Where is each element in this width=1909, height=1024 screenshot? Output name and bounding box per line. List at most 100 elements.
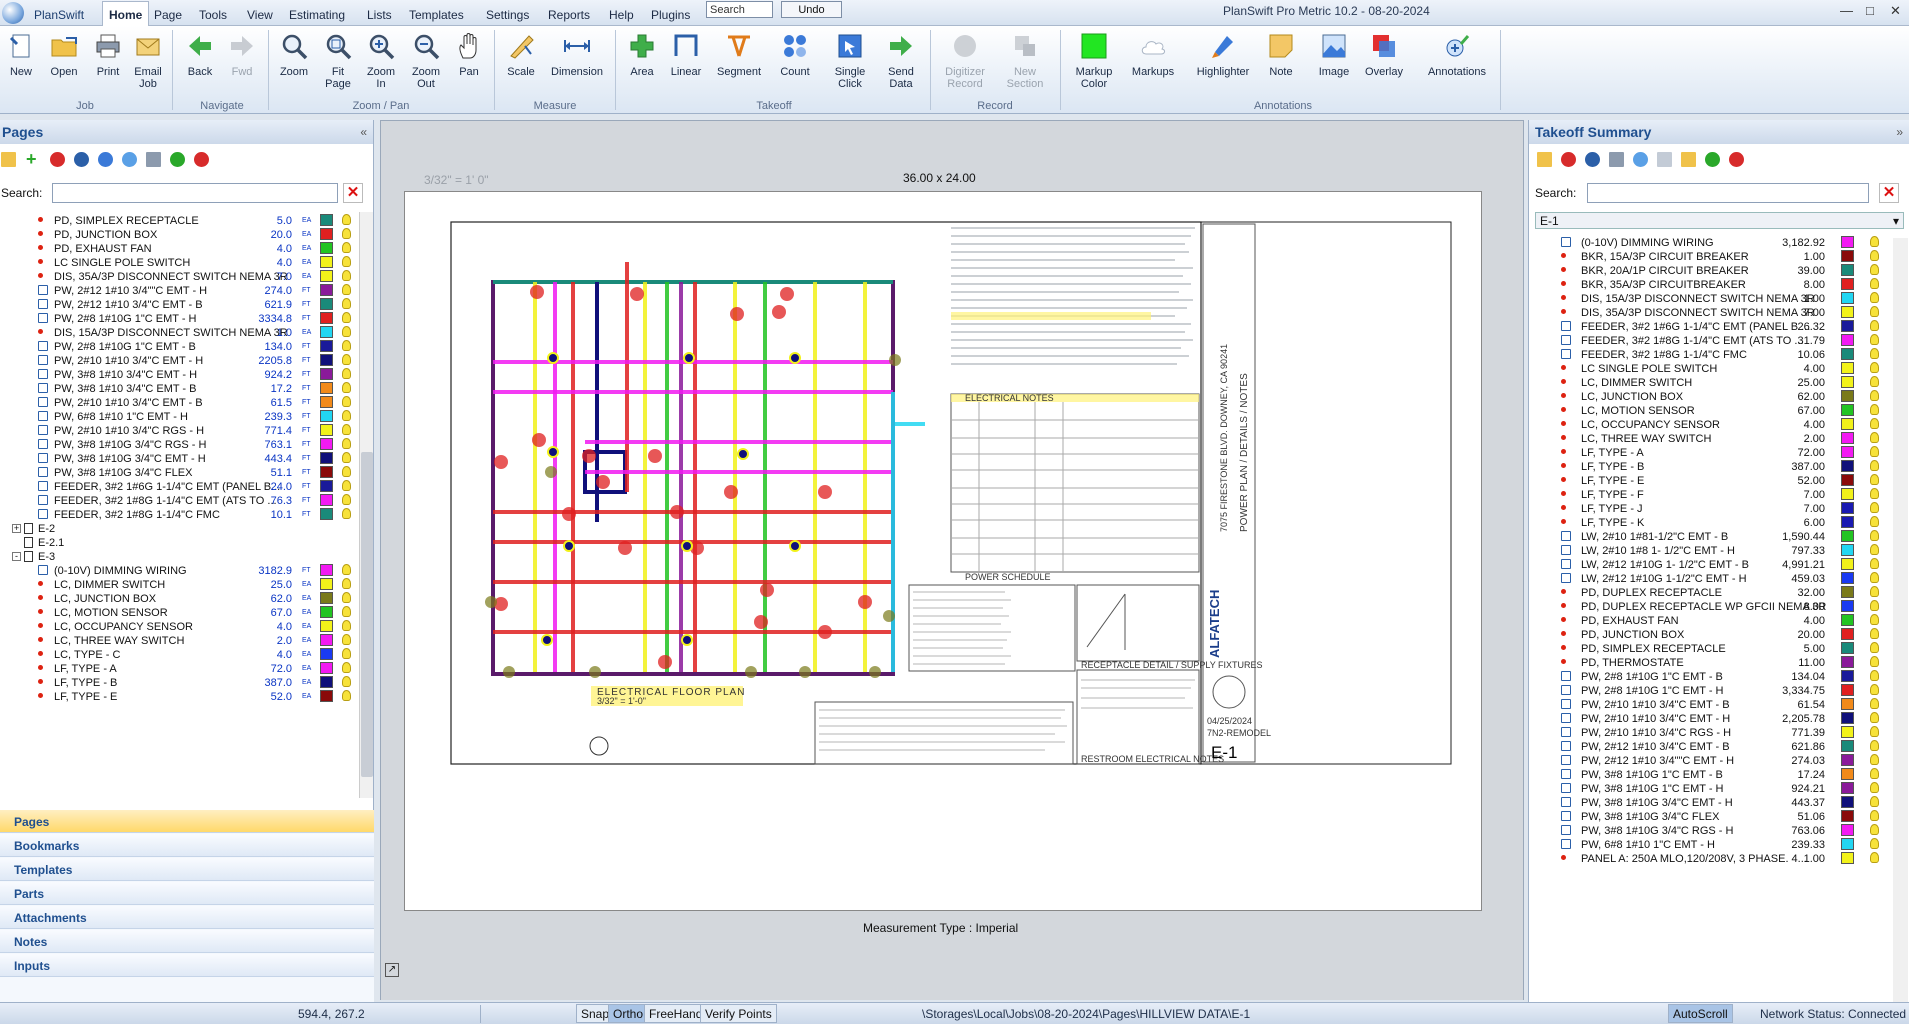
new-button[interactable]: New bbox=[4, 32, 38, 78]
remove-circle-icon[interactable] bbox=[1729, 152, 1744, 167]
visibility-bulb-icon[interactable] bbox=[342, 494, 351, 505]
color-swatch[interactable] bbox=[1841, 446, 1854, 458]
visibility-bulb-icon[interactable] bbox=[342, 326, 351, 337]
color-swatch[interactable] bbox=[320, 634, 333, 646]
visibility-bulb-icon[interactable] bbox=[342, 634, 351, 645]
visibility-bulb-icon[interactable] bbox=[1870, 250, 1879, 261]
fit-page-button[interactable]: Fit Page bbox=[320, 32, 356, 90]
color-swatch[interactable] bbox=[320, 270, 333, 282]
single-click-button[interactable]: Single Click bbox=[832, 32, 868, 90]
visibility-bulb-icon[interactable] bbox=[1870, 628, 1879, 639]
visibility-bulb-icon[interactable] bbox=[342, 410, 351, 421]
visibility-bulb-icon[interactable] bbox=[1870, 670, 1879, 681]
visibility-bulb-icon[interactable] bbox=[1870, 236, 1879, 247]
color-swatch[interactable] bbox=[1841, 390, 1854, 402]
table-icon[interactable] bbox=[1657, 152, 1672, 167]
nav-tab-parts[interactable]: Parts bbox=[0, 882, 374, 905]
collapse-summary-icon[interactable]: » bbox=[1896, 125, 1903, 139]
menu-help[interactable]: Help bbox=[609, 8, 634, 22]
visibility-bulb-icon[interactable] bbox=[1870, 432, 1879, 443]
visibility-bulb-icon[interactable] bbox=[342, 284, 351, 295]
color-swatch[interactable] bbox=[1841, 502, 1854, 514]
forward-button[interactable]: Fwd bbox=[224, 32, 260, 78]
color-swatch[interactable] bbox=[320, 494, 333, 506]
visibility-bulb-icon[interactable] bbox=[1870, 376, 1879, 387]
color-swatch[interactable] bbox=[320, 452, 333, 464]
visibility-bulb-icon[interactable] bbox=[342, 214, 351, 225]
visibility-bulb-icon[interactable] bbox=[342, 452, 351, 463]
color-swatch[interactable] bbox=[320, 326, 333, 338]
color-swatch[interactable] bbox=[320, 648, 333, 660]
color-swatch[interactable] bbox=[1841, 432, 1854, 444]
color-swatch[interactable] bbox=[1841, 334, 1854, 346]
linear-button[interactable]: Linear bbox=[668, 32, 704, 78]
visibility-bulb-icon[interactable] bbox=[1870, 418, 1879, 429]
undo-button[interactable]: Undo bbox=[781, 1, 842, 18]
visibility-bulb-icon[interactable] bbox=[1870, 768, 1879, 779]
color-swatch[interactable] bbox=[1841, 726, 1854, 738]
zoom-button[interactable]: Zoom bbox=[276, 32, 312, 78]
ortho-toggle[interactable]: Ortho bbox=[608, 1004, 649, 1023]
folder-icon[interactable] bbox=[1, 152, 16, 167]
visibility-bulb-icon[interactable] bbox=[342, 396, 351, 407]
color-swatch[interactable] bbox=[1841, 488, 1854, 500]
color-swatch[interactable] bbox=[320, 298, 333, 310]
visibility-bulb-icon[interactable] bbox=[1870, 824, 1879, 835]
refresh-icon[interactable] bbox=[1633, 152, 1648, 167]
visibility-bulb-icon[interactable] bbox=[342, 424, 351, 435]
color-swatch[interactable] bbox=[320, 662, 333, 674]
export-icon[interactable] bbox=[1681, 152, 1696, 167]
dimension-button[interactable]: Dimension bbox=[547, 32, 607, 78]
visibility-bulb-icon[interactable] bbox=[1870, 558, 1879, 569]
color-swatch[interactable] bbox=[1841, 656, 1854, 668]
autoscroll-toggle[interactable]: AutoScroll bbox=[1668, 1004, 1733, 1023]
color-swatch[interactable] bbox=[320, 480, 333, 492]
print-button[interactable]: Print bbox=[90, 32, 126, 78]
visibility-bulb-icon[interactable] bbox=[342, 592, 351, 603]
overlay-button[interactable]: Overlay bbox=[1362, 32, 1406, 78]
color-swatch[interactable] bbox=[1841, 684, 1854, 696]
highlighter-button[interactable]: Highlighter bbox=[1188, 32, 1258, 78]
color-swatch[interactable] bbox=[320, 410, 333, 422]
visibility-bulb-icon[interactable] bbox=[342, 578, 351, 589]
visibility-bulb-icon[interactable] bbox=[342, 256, 351, 267]
open-button[interactable]: Open bbox=[44, 32, 84, 78]
digitizer-record-button[interactable]: Digitizer Record bbox=[940, 32, 990, 90]
pages-search-input[interactable] bbox=[52, 183, 338, 203]
visibility-bulb-icon[interactable] bbox=[1870, 684, 1879, 695]
visibility-bulb-icon[interactable] bbox=[1870, 740, 1879, 751]
refresh-icon[interactable] bbox=[122, 152, 137, 167]
color-swatch[interactable] bbox=[1841, 236, 1854, 248]
minimize-icon[interactable]: — bbox=[1840, 3, 1853, 18]
color-swatch[interactable] bbox=[320, 396, 333, 408]
color-swatch[interactable] bbox=[1841, 796, 1854, 808]
maximize-icon[interactable]: □ bbox=[1866, 3, 1874, 18]
menu-tools[interactable]: Tools bbox=[199, 8, 227, 22]
settings-gear-icon[interactable] bbox=[74, 152, 89, 167]
visibility-bulb-icon[interactable] bbox=[1870, 796, 1879, 807]
visibility-bulb-icon[interactable] bbox=[342, 382, 351, 393]
visibility-bulb-icon[interactable] bbox=[1870, 348, 1879, 359]
color-swatch[interactable] bbox=[1841, 348, 1854, 360]
color-swatch[interactable] bbox=[1841, 544, 1854, 556]
color-swatch[interactable] bbox=[1841, 810, 1854, 822]
verify-points-toggle[interactable]: Verify Points bbox=[700, 1004, 777, 1023]
close-icon[interactable]: ✕ bbox=[1890, 3, 1901, 19]
color-swatch[interactable] bbox=[1841, 362, 1854, 374]
color-swatch[interactable] bbox=[1841, 292, 1854, 304]
markup-color-button[interactable]: Markup Color bbox=[1072, 32, 1116, 90]
color-swatch[interactable] bbox=[1841, 278, 1854, 290]
add-circle-icon[interactable] bbox=[170, 152, 185, 167]
visibility-bulb-icon[interactable] bbox=[342, 368, 351, 379]
color-swatch[interactable] bbox=[1841, 530, 1854, 542]
drawing-canvas[interactable]: 3/32" = 1' 0" 36.00 x 24.00 ELECTRICAL N… bbox=[380, 120, 1524, 1000]
color-swatch[interactable] bbox=[320, 606, 333, 618]
visibility-bulb-icon[interactable] bbox=[342, 312, 351, 323]
color-swatch[interactable] bbox=[320, 466, 333, 478]
color-swatch[interactable] bbox=[1841, 670, 1854, 682]
visibility-bulb-icon[interactable] bbox=[342, 606, 351, 617]
visibility-bulb-icon[interactable] bbox=[1870, 390, 1879, 401]
scale-button[interactable]: Scale bbox=[503, 32, 539, 78]
annotations-button[interactable]: Annotations bbox=[1420, 32, 1494, 78]
visibility-bulb-icon[interactable] bbox=[1870, 446, 1879, 457]
